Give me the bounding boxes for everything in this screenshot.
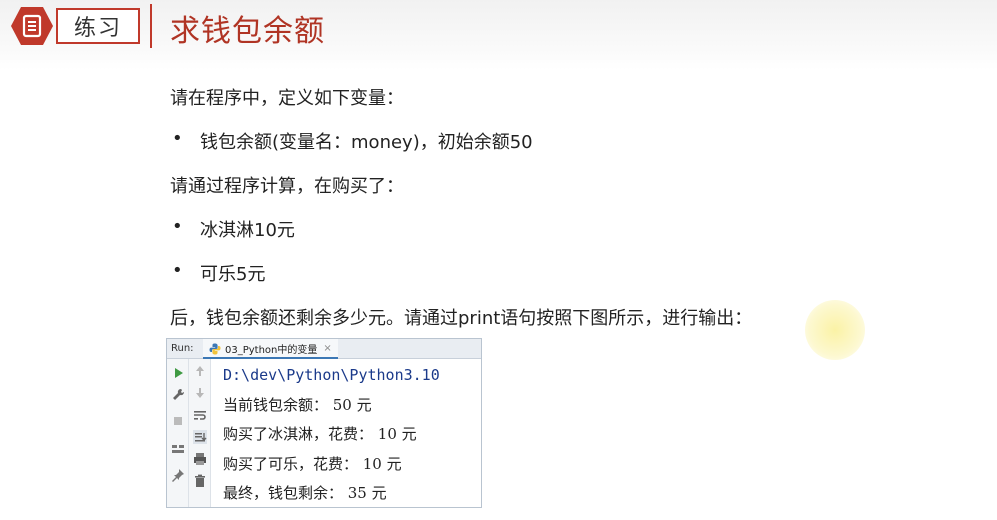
run-icon[interactable] xyxy=(170,365,186,381)
console-line: 当前钱包余额： 50 元 xyxy=(223,395,372,414)
bullet-cola: 可乐5元 xyxy=(200,264,266,285)
trash-icon[interactable] xyxy=(192,473,208,489)
layout-icon[interactable] xyxy=(170,441,186,457)
console-path-line: D:\dev\Python\Python3.10 xyxy=(223,366,440,384)
instruction-line-3: 后，钱包余额还剩余多少元。请通过print语句按照下图所示，进行输出： xyxy=(170,308,753,329)
bullet-money: 钱包余额(变量名：money)，初始余额50 xyxy=(200,132,533,153)
exercise-badge-icon xyxy=(11,7,53,45)
header-divider xyxy=(150,4,152,48)
instruction-line-1: 请在程序中，定义如下变量： xyxy=(170,88,404,109)
print-icon[interactable] xyxy=(192,451,208,467)
bullet-dot: • xyxy=(172,216,183,237)
cursor-highlight xyxy=(805,300,865,360)
python-icon xyxy=(209,343,221,355)
run-toolbar-right xyxy=(189,359,211,507)
scroll-to-end-icon[interactable] xyxy=(192,429,208,445)
pin-icon[interactable] xyxy=(170,467,186,483)
arrow-up-icon[interactable] xyxy=(192,363,208,379)
run-toolbar-left xyxy=(167,359,189,507)
arrow-down-icon[interactable] xyxy=(192,385,208,401)
bullet-icecream: 冰淇淋10元 xyxy=(200,220,295,241)
wrench-icon[interactable] xyxy=(170,387,186,403)
run-panel-header: Run: 03_Python中的变量 × xyxy=(167,339,481,359)
console-output: D:\dev\Python\Python3.10 当前钱包余额： 50 元 购买… xyxy=(223,361,479,507)
run-tab[interactable]: 03_Python中的变量 × xyxy=(203,339,338,359)
bullet-dot: • xyxy=(172,260,183,281)
instruction-line-2: 请通过程序计算，在购买了： xyxy=(170,176,404,197)
close-icon[interactable]: × xyxy=(323,343,331,354)
page-title: 求钱包余额 xyxy=(170,14,325,49)
run-panel: Run: 03_Python中的变量 × D:\dev\Python\Pytho… xyxy=(166,338,482,508)
console-line: 最终，钱包剩余： 35 元 xyxy=(223,484,387,502)
run-tab-label: 03_Python中的变量 xyxy=(225,344,318,356)
bullet-dot: • xyxy=(172,128,183,149)
soft-wrap-icon[interactable] xyxy=(192,407,208,423)
run-label: Run: xyxy=(171,343,194,354)
console-line: 购买了冰淇淋，花费： 10 元 xyxy=(223,425,417,443)
exercise-label: 练习 xyxy=(56,8,140,44)
console-line: 购买了可乐，花费： 10 元 xyxy=(223,454,402,473)
stop-icon[interactable] xyxy=(170,413,186,429)
